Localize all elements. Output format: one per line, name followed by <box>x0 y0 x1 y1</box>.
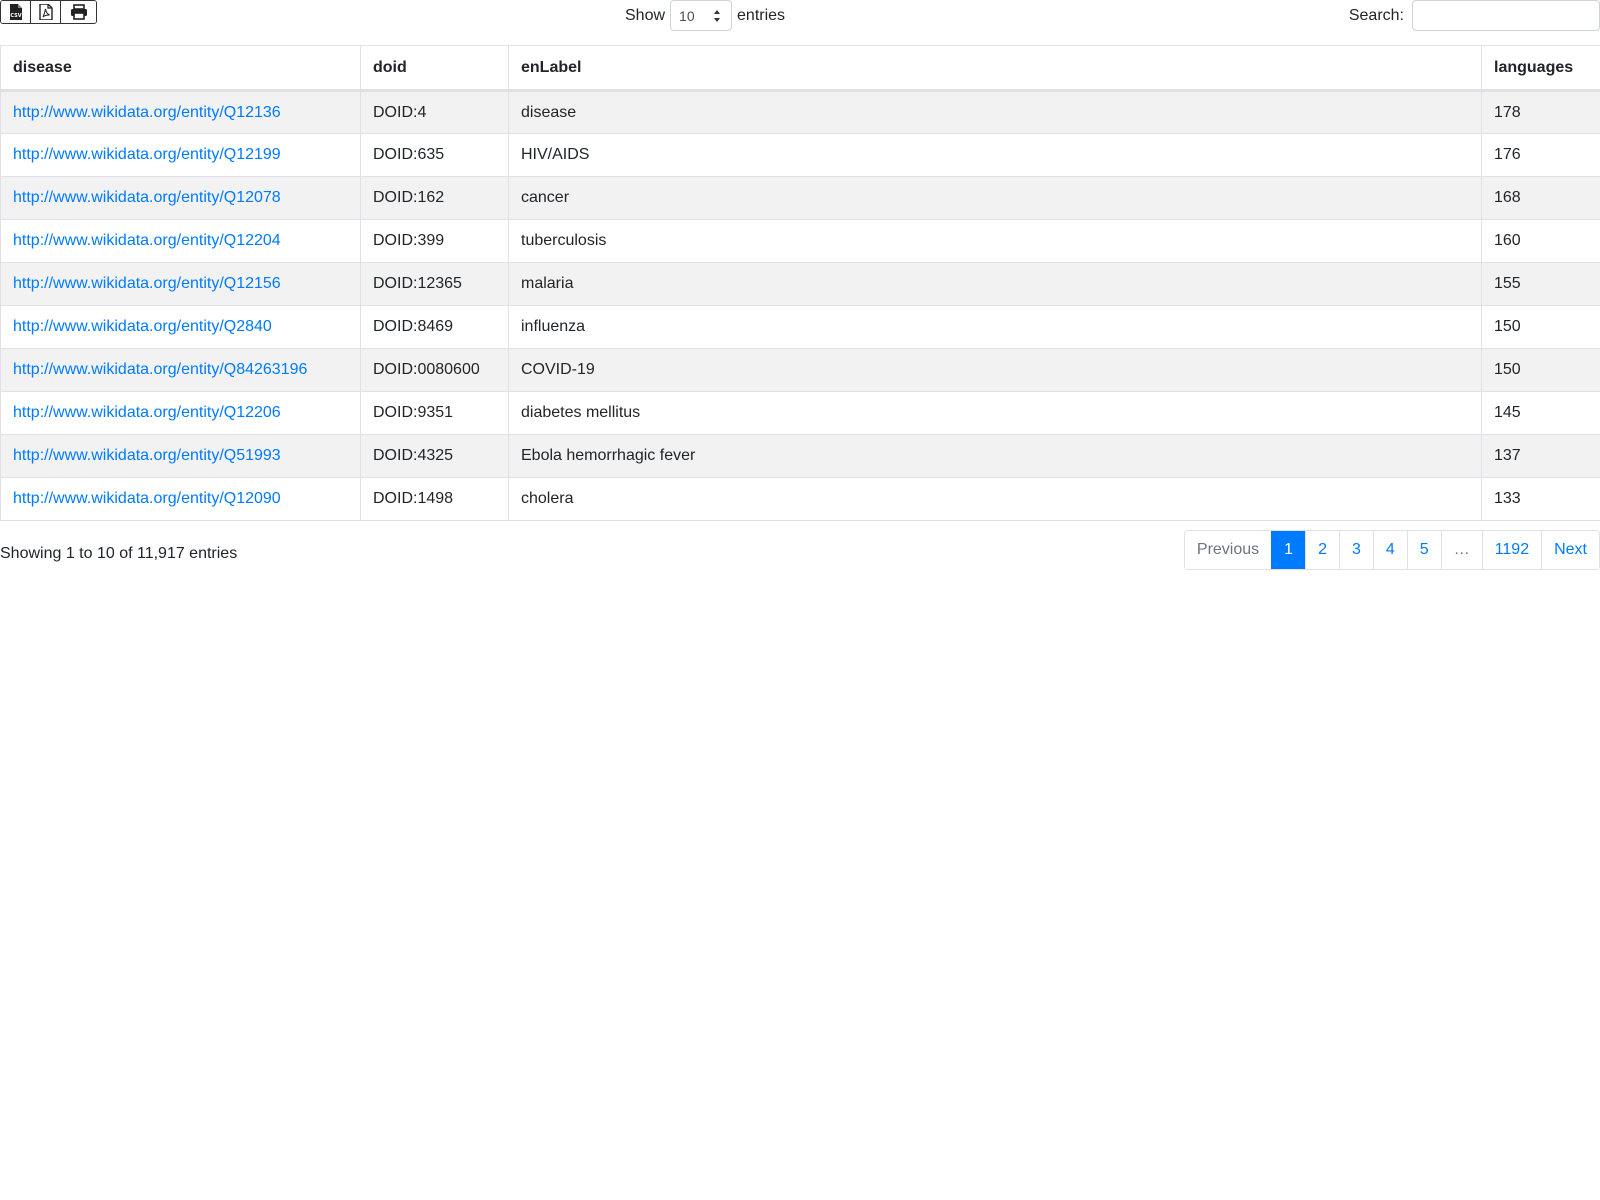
entries-per-page-value: 10 <box>679 7 695 24</box>
column-header-enlabel[interactable]: enLabel <box>508 45 1482 92</box>
disease-cell: http://www.wikidata.org/entity/Q84263196 <box>0 348 361 392</box>
languages-cell: 145 <box>1481 391 1600 435</box>
entries-per-page-select[interactable]: 10 <box>670 0 733 31</box>
length-suffix-label: entries <box>737 6 786 24</box>
file-pdf-icon <box>38 4 53 20</box>
next-page-button[interactable]: Next <box>1541 531 1599 569</box>
table-row: http://www.wikidata.org/entity/Q2840 DOI… <box>0 305 1600 349</box>
enlabel-cell: diabetes mellitus <box>508 391 1482 435</box>
doid-cell: DOID:12365 <box>360 262 509 306</box>
disease-cell: http://www.wikidata.org/entity/Q12090 <box>0 477 361 521</box>
disease-link[interactable]: http://www.wikidata.org/entity/Q12090 <box>13 490 281 507</box>
page-button-4[interactable]: 4 <box>1372 531 1407 569</box>
enlabel-cell: HIV/AIDS <box>508 133 1482 177</box>
page-button-2[interactable]: 2 <box>1305 531 1339 569</box>
disease-link[interactable]: http://www.wikidata.org/entity/Q12204 <box>13 232 281 249</box>
table-info-text: Showing 1 to 10 of 11,917 entries <box>0 545 238 562</box>
disease-link[interactable]: http://www.wikidata.org/entity/Q12156 <box>13 275 281 292</box>
enlabel-cell: influenza <box>508 305 1482 349</box>
table-row: http://www.wikidata.org/entity/Q12156 DO… <box>0 262 1600 306</box>
table-row: http://www.wikidata.org/entity/Q12136 DO… <box>0 90 1600 134</box>
table-row: http://www.wikidata.org/entity/Q51993 DO… <box>0 434 1600 478</box>
doid-cell: DOID:0080600 <box>360 348 509 392</box>
disease-cell: http://www.wikidata.org/entity/Q12156 <box>0 262 361 306</box>
pagination-ellipsis: … <box>1440 531 1482 569</box>
search-control: Search: <box>1349 0 1600 31</box>
page-button-1[interactable]: 1 <box>1271 531 1306 569</box>
disease-link[interactable]: http://www.wikidata.org/entity/Q84263196 <box>13 361 307 378</box>
enlabel-cell: cancer <box>508 176 1482 220</box>
length-control: Show 10 entries <box>625 0 785 31</box>
doid-cell: DOID:635 <box>360 133 509 177</box>
pagination: Previous 1 2 3 4 5 … 1192 Next <box>1183 530 1600 570</box>
print-icon <box>70 4 87 20</box>
disease-cell: http://www.wikidata.org/entity/Q12199 <box>0 133 361 177</box>
column-header-doid[interactable]: doid <box>360 45 509 92</box>
table-row: http://www.wikidata.org/entity/Q12199 DO… <box>0 133 1600 177</box>
column-header-disease[interactable]: disease <box>0 45 361 92</box>
languages-cell: 137 <box>1481 434 1600 478</box>
enlabel-cell: disease <box>508 90 1482 134</box>
disease-cell: http://www.wikidata.org/entity/Q2840 <box>0 305 361 349</box>
table-row: http://www.wikidata.org/entity/Q12206 DO… <box>0 391 1600 435</box>
languages-cell: 150 <box>1481 348 1600 392</box>
disease-cell: http://www.wikidata.org/entity/Q12078 <box>0 176 361 220</box>
doid-cell: DOID:162 <box>360 176 509 220</box>
page-button-last[interactable]: 1192 <box>1481 531 1542 569</box>
languages-cell: 168 <box>1481 176 1600 220</box>
table-row: http://www.wikidata.org/entity/Q12204 DO… <box>0 219 1600 263</box>
doid-cell: DOID:399 <box>360 219 509 263</box>
languages-cell: 155 <box>1481 262 1600 306</box>
languages-cell: 176 <box>1481 133 1600 177</box>
table-header-row: disease doid enLabel languages <box>0 45 1600 92</box>
doid-cell: DOID:9351 <box>360 391 509 435</box>
enlabel-cell: cholera <box>508 477 1482 521</box>
export-csv-button[interactable]: CSV <box>1 1 31 23</box>
svg-text:CSV: CSV <box>10 13 21 19</box>
languages-cell: 178 <box>1481 90 1600 134</box>
table-row: http://www.wikidata.org/entity/Q12090 DO… <box>0 477 1600 521</box>
doid-cell: DOID:1498 <box>360 477 509 521</box>
enlabel-cell: malaria <box>508 262 1482 306</box>
data-table: disease doid enLabel languages http://ww… <box>0 45 1600 521</box>
disease-link[interactable]: http://www.wikidata.org/entity/Q12078 <box>13 189 281 206</box>
disease-link[interactable]: http://www.wikidata.org/entity/Q12206 <box>13 404 281 421</box>
enlabel-cell: tuberculosis <box>508 219 1482 263</box>
disease-link[interactable]: http://www.wikidata.org/entity/Q12199 <box>13 146 281 163</box>
enlabel-cell: Ebola hemorrhagic fever <box>508 434 1482 478</box>
disease-link[interactable]: http://www.wikidata.org/entity/Q2840 <box>13 318 272 335</box>
doid-cell: DOID:4325 <box>360 434 509 478</box>
page-button-3[interactable]: 3 <box>1338 531 1373 569</box>
disease-link[interactable]: http://www.wikidata.org/entity/Q12136 <box>13 104 281 121</box>
disease-cell: http://www.wikidata.org/entity/Q12204 <box>0 219 361 263</box>
enlabel-cell: COVID-19 <box>508 348 1482 392</box>
export-pdf-button[interactable] <box>31 1 61 23</box>
disease-link[interactable]: http://www.wikidata.org/entity/Q51993 <box>13 447 281 464</box>
table-row: http://www.wikidata.org/entity/Q84263196… <box>0 348 1600 392</box>
languages-cell: 133 <box>1481 477 1600 521</box>
column-header-languages[interactable]: languages <box>1481 45 1600 92</box>
languages-cell: 150 <box>1481 305 1600 349</box>
search-input[interactable] <box>1412 0 1600 31</box>
disease-cell: http://www.wikidata.org/entity/Q12136 <box>0 90 361 134</box>
sort-arrows-icon <box>714 10 721 22</box>
disease-cell: http://www.wikidata.org/entity/Q51993 <box>0 434 361 478</box>
search-label: Search: <box>1348 6 1404 24</box>
print-button[interactable] <box>61 1 96 23</box>
doid-cell: DOID:4 <box>360 90 509 134</box>
disease-cell: http://www.wikidata.org/entity/Q12206 <box>0 391 361 435</box>
export-button-group: CSV <box>0 0 97 24</box>
languages-cell: 160 <box>1481 219 1600 263</box>
page-button-5[interactable]: 5 <box>1406 531 1441 569</box>
length-prefix-label: Show <box>625 6 666 24</box>
table-row: http://www.wikidata.org/entity/Q12078 DO… <box>0 176 1600 220</box>
previous-page-button[interactable]: Previous <box>1184 531 1272 569</box>
file-csv-icon: CSV <box>9 4 22 20</box>
doid-cell: DOID:8469 <box>360 305 509 349</box>
